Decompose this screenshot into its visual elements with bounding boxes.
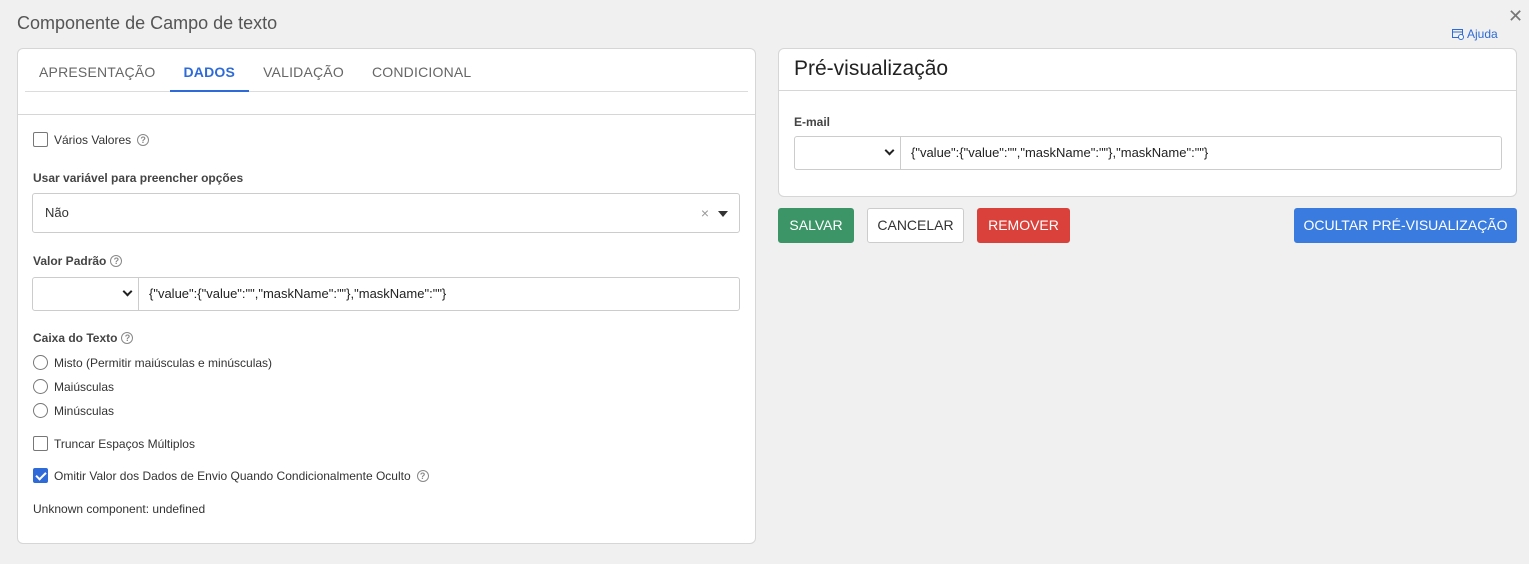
help-window-icon [1452,29,1464,40]
hide-preview-button[interactable]: OCULTAR PRÉ-VISUALIZAÇÃO [1294,208,1517,243]
unknown-component-text: Unknown component: undefined [33,502,206,516]
question-icon[interactable]: ? [121,332,134,344]
text-case-option-lower[interactable]: Minúsculas [33,403,114,418]
caret-down-icon[interactable] [718,211,728,217]
use-variable-select[interactable]: Não × [32,193,740,233]
text-case-label: Caixa do Texto [33,331,118,345]
tab-bar: APRESENTAÇÃO DADOS VALIDAÇÃO CONDICIONAL [18,49,755,115]
component-settings-panel: APRESENTAÇÃO DADOS VALIDAÇÃO CONDICIONAL… [17,48,756,544]
help-link[interactable]: Ajuda [1452,27,1498,41]
default-value-label: Valor Padrão [33,254,107,268]
tab-dados[interactable]: DADOS [169,49,250,92]
omit-value-label: Omitir Valor dos Dados de Envio Quando C… [54,468,411,483]
multiple-values-checkbox[interactable] [33,132,48,147]
multiple-values-row: Vários Valores ? [33,132,150,147]
chevron-down-icon [884,145,895,156]
text-case-option-mixed[interactable]: Misto (Permitir maiúsculas e minúsculas) [33,355,272,370]
use-variable-value: Não [45,205,69,220]
use-variable-label: Usar variável para preencher opções [33,171,244,185]
tab-condicional[interactable]: CONDICIONAL [358,49,485,92]
omit-value-checkbox[interactable] [33,468,48,483]
radio-mixed[interactable] [33,355,48,370]
form-body: Vários Valores ? Usar variável para pree… [18,115,755,516]
default-value-group: {"value":{"value":"","maskName":""},"mas… [32,277,740,311]
preview-title: Pré-visualização [779,49,1516,91]
default-value-input[interactable]: {"value":{"value":"","maskName":""},"mas… [139,278,739,310]
default-value-label-row: Valor Padrão ? [33,254,123,268]
radio-lower[interactable] [33,403,48,418]
preview-email-group: {"value":{"value":"","maskName":""},"mas… [794,136,1502,170]
question-icon[interactable]: ? [416,469,429,482]
cancel-button[interactable]: CANCELAR [867,208,964,243]
chevron-down-icon [122,286,133,297]
tab-validacao[interactable]: VALIDAÇÃO [249,49,358,92]
tab-apresentacao[interactable]: APRESENTAÇÃO [25,49,170,92]
text-case-option-upper[interactable]: Maiúsculas [33,379,114,394]
help-label: Ajuda [1467,27,1498,41]
preview-panel: Pré-visualização E-mail {"value":{"value… [778,48,1517,197]
omit-value-row: Omitir Valor dos Dados de Envio Quando C… [33,468,429,483]
dialog-title: Componente de Campo de texto [17,13,278,33]
truncate-spaces-label: Truncar Espaços Múltiplos [54,436,195,451]
preview-mask-select[interactable] [795,137,901,169]
multiple-values-label: Vários Valores [54,132,132,147]
radio-upper[interactable] [33,379,48,394]
text-case-label-row: Caixa do Texto ? [33,331,134,345]
question-icon[interactable]: ? [137,133,150,146]
save-button[interactable]: SALVAR [778,208,854,243]
truncate-spaces-checkbox[interactable] [33,436,48,451]
question-icon[interactable]: ? [110,255,123,267]
close-icon[interactable]: ✕ [1508,6,1523,27]
truncate-spaces-row: Truncar Espaços Múltiplos [33,436,195,451]
remove-button[interactable]: REMOVER [977,208,1070,243]
preview-email-input[interactable]: {"value":{"value":"","maskName":""},"mas… [901,137,1501,169]
clear-icon[interactable]: × [701,194,709,232]
preview-field-label: E-mail [794,115,831,129]
default-value-mask-select[interactable] [33,278,139,310]
